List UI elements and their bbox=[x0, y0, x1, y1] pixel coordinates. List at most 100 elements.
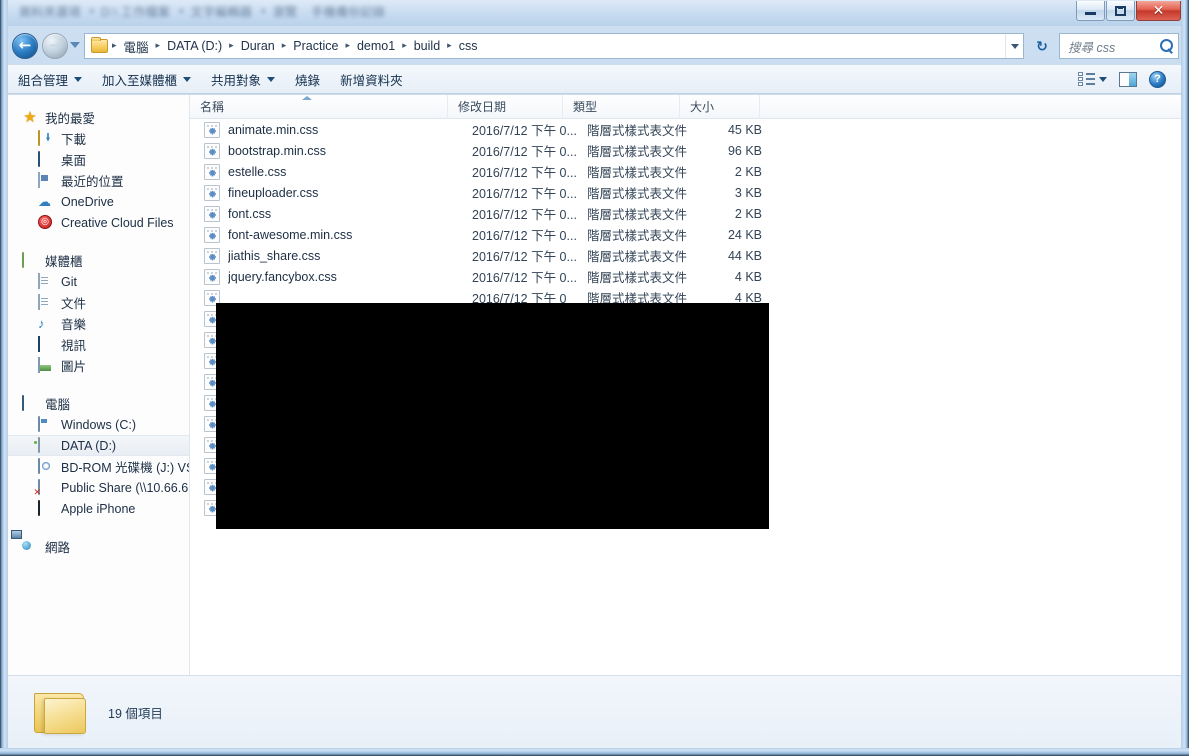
navigation-pane[interactable]: ★ 我的最愛 下載 桌面 最近的位置 ☁ OneDrive ◎ Creative… bbox=[8, 95, 190, 675]
preview-pane-button[interactable] bbox=[1114, 69, 1142, 90]
breadcrumb-item-practice[interactable]: Practice bbox=[288, 37, 343, 55]
refresh-button[interactable]: ↻ bbox=[1030, 33, 1054, 59]
sidebar-item-label: Git bbox=[61, 274, 77, 289]
sidebar-item-label: 最近的位置 bbox=[61, 175, 124, 189]
system-drive-icon bbox=[38, 415, 40, 432]
sidebar-item-network[interactable]: 網路 bbox=[8, 536, 189, 557]
help-button[interactable]: ? bbox=[1144, 68, 1171, 91]
forward-button[interactable]: → bbox=[42, 33, 68, 59]
sidebar-item-downloads[interactable]: 下載 bbox=[8, 128, 189, 149]
ghost-item: 手機備份記錄 bbox=[311, 5, 386, 19]
title-bar-ghost-text: 資料夾選項 ▾ D:\ 工作檔案 ▾ 文字編輯器 ▾ 瀏覽 手機備份記錄 bbox=[12, 3, 392, 20]
close-button[interactable]: ✕ bbox=[1136, 1, 1181, 21]
address-dropdown-button[interactable] bbox=[1005, 34, 1023, 58]
toolbar-item-label: 共用對象 bbox=[211, 73, 262, 88]
creative-cloud-icon: ◎ bbox=[38, 214, 52, 229]
maximize-button[interactable] bbox=[1106, 1, 1135, 21]
breadcrumb-item-duran[interactable]: Duran bbox=[236, 37, 280, 55]
toolbar-new-folder-button[interactable]: 新增資料夾 bbox=[330, 67, 413, 91]
sidebar-item-libraries[interactable]: 媒體櫃 bbox=[8, 250, 189, 271]
column-header-type[interactable]: 類型 bbox=[563, 95, 680, 119]
breadcrumb-separator-icon: ▸ bbox=[402, 41, 407, 51]
sidebar-item-data-d[interactable]: DATA (D:) bbox=[8, 435, 189, 456]
table-row[interactable]: fineuploader.css 2016/7/12 下午 0... 階層式樣式表文… bbox=[190, 182, 1181, 203]
sidebar-item-label: Creative Cloud Files bbox=[61, 215, 174, 230]
file-name-cell: jquery.fancybox.css bbox=[228, 269, 337, 284]
window-border-bottom bbox=[0, 748, 1189, 756]
column-header-label: 類型 bbox=[573, 100, 598, 114]
table-row[interactable]: jquery.fancybox.css 2016/7/12 下午 0... 階層式樣… bbox=[190, 266, 1181, 287]
table-row[interactable]: font-awesome.min.css 2016/7/12 下午 0... 階層式… bbox=[190, 224, 1181, 245]
breadcrumb-separator-icon: ▸ bbox=[112, 41, 117, 51]
breadcrumb-item-build[interactable]: build bbox=[409, 37, 445, 55]
sidebar-item-label: 網路 bbox=[45, 541, 71, 555]
sidebar-item-onedrive[interactable]: ☁ OneDrive bbox=[8, 191, 189, 212]
column-header-name[interactable]: 名稱 bbox=[190, 95, 448, 119]
file-type-cell: 階層式樣式表文件 bbox=[587, 166, 688, 180]
file-name-cell: font.css bbox=[228, 206, 272, 221]
sidebar-item-documents[interactable]: 文件 bbox=[8, 292, 189, 313]
sidebar-item-git[interactable]: Git bbox=[8, 271, 189, 292]
breadcrumb[interactable]: ▸ 電腦 ▸ DATA (D:) ▸ Duran ▸ Practice ▸ de… bbox=[85, 34, 1005, 58]
explorer-window: 資料夾選項 ▾ D:\ 工作檔案 ▾ 文字編輯器 ▾ 瀏覽 手機備份記錄 ✕ ← bbox=[0, 0, 1189, 756]
toolbar-burn-button[interactable]: 燒錄 bbox=[285, 67, 330, 91]
sidebar-item-label: 電腦 bbox=[45, 398, 71, 412]
table-row[interactable]: jiathis_share.css 2016/7/12 下午 0... 階層式樣式表… bbox=[190, 245, 1181, 266]
sidebar-item-creative-cloud-files[interactable]: ◎ Creative Cloud Files bbox=[8, 212, 189, 233]
change-view-button[interactable] bbox=[1073, 69, 1112, 89]
breadcrumb-separator-icon: ▸ bbox=[447, 41, 452, 51]
breadcrumb-item-css[interactable]: css bbox=[454, 37, 483, 55]
sidebar-item-bd-rom[interactable]: BD-ROM 光碟機 (J:) VS. bbox=[8, 456, 189, 477]
breadcrumb-item-data-drive[interactable]: DATA (D:) bbox=[162, 37, 227, 55]
column-header-label: 大小 bbox=[690, 100, 715, 114]
minimize-button[interactable] bbox=[1076, 1, 1105, 21]
sidebar-item-public-share[interactable]: Public Share (\\10.66.6 bbox=[8, 477, 189, 498]
recent-locations-chevron-down-icon[interactable] bbox=[70, 42, 80, 48]
sidebar-item-favorites[interactable]: ★ 我的最愛 bbox=[8, 107, 189, 128]
column-header-date-modified[interactable]: 修改日期 bbox=[448, 95, 563, 119]
phone-icon bbox=[38, 499, 40, 516]
window-border-left bbox=[0, 0, 8, 756]
column-header-size[interactable]: 大小 bbox=[680, 95, 760, 119]
sidebar-item-desktop[interactable]: 桌面 bbox=[8, 149, 189, 170]
toolbar-share-with-button[interactable]: 共用對象 bbox=[201, 67, 285, 91]
sidebar-item-computer[interactable]: 電腦 bbox=[8, 393, 189, 414]
address-bar-row: ← → ▸ 電腦 ▸ DATA (D:) ▸ Duran ▸ Practice … bbox=[8, 30, 1181, 63]
back-button[interactable]: ← bbox=[12, 33, 38, 59]
css-file-icon bbox=[204, 205, 220, 222]
breadcrumb-item-computer[interactable]: 電腦 bbox=[119, 35, 154, 58]
file-name-cell: bootstrap.min.css bbox=[228, 143, 326, 158]
chevron-down-icon[interactable] bbox=[1099, 76, 1107, 82]
title-bar: 資料夾選項 ▾ D:\ 工作檔案 ▾ 文字編輯器 ▾ 瀏覽 手機備份記錄 ✕ bbox=[0, 0, 1189, 26]
sidebar-item-windows-c[interactable]: Windows (C:) bbox=[8, 414, 189, 435]
file-name-cell: font-awesome.min.css bbox=[228, 227, 353, 242]
toolbar-item-label: 燒錄 bbox=[295, 73, 321, 88]
sort-ascending-icon bbox=[302, 95, 312, 100]
table-row[interactable]: font.css 2016/7/12 下午 0... 階層式樣式表文件 2 KB bbox=[190, 203, 1181, 224]
file-size-cell: 4 KB bbox=[734, 269, 762, 284]
sidebar-item-videos[interactable]: 視訊 bbox=[8, 334, 189, 355]
minimize-icon bbox=[1085, 12, 1096, 15]
sidebar-item-label: Apple iPhone bbox=[61, 501, 136, 516]
sidebar-item-recent-places[interactable]: 最近的位置 bbox=[8, 170, 189, 191]
sidebar-item-label: 文件 bbox=[61, 297, 87, 311]
sidebar-item-label: Windows (C:) bbox=[61, 417, 137, 432]
search-input[interactable]: 搜尋 css bbox=[1059, 33, 1179, 59]
toolbar-organize-button[interactable]: 組合管理 bbox=[8, 67, 92, 91]
table-row[interactable]: animate.min.css 2016/7/12 下午 0... 階層式樣式表文件… bbox=[190, 119, 1181, 140]
sidebar-item-pictures[interactable]: 圖片 bbox=[8, 355, 189, 376]
toolbar-include-in-library-button[interactable]: 加入至媒體櫃 bbox=[92, 67, 201, 91]
file-list-pane[interactable]: 名稱 修改日期 類型 大小 animate.min.css 2016/7/12 下… bbox=[190, 95, 1181, 675]
date-modified-cell: 2016/7/12 下午 0... bbox=[472, 250, 577, 264]
address-bar[interactable]: ▸ 電腦 ▸ DATA (D:) ▸ Duran ▸ Practice ▸ de… bbox=[84, 33, 1024, 59]
sidebar-item-music[interactable]: ♪ 音樂 bbox=[8, 313, 189, 334]
search-icon[interactable] bbox=[1159, 38, 1174, 54]
table-row[interactable]: bootstrap.min.css 2016/7/12 下午 0... 階層式樣式表… bbox=[190, 140, 1181, 161]
sidebar-item-label: 媒體櫃 bbox=[45, 255, 83, 269]
sidebar-item-apple-iphone[interactable]: Apple iPhone bbox=[8, 498, 189, 519]
breadcrumb-item-demo1[interactable]: demo1 bbox=[352, 37, 400, 55]
table-row[interactable]: estelle.css 2016/7/12 下午 0... 階層式樣式表文件 2 KB bbox=[190, 161, 1181, 182]
sidebar-item-label: 圖片 bbox=[61, 360, 87, 374]
item-count-label: 19 個項目 bbox=[108, 706, 163, 721]
status-bar: 19 個項目 bbox=[8, 675, 1181, 748]
